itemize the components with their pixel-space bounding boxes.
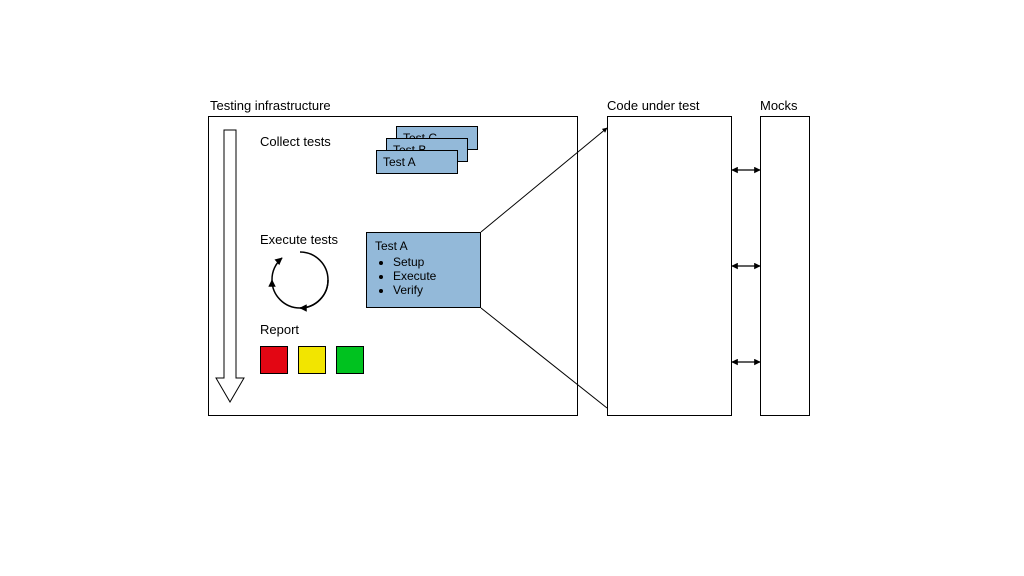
detail-title: Test A — [375, 239, 472, 253]
label-collect-tests: Collect tests — [260, 134, 331, 149]
label-execute-tests: Execute tests — [260, 232, 338, 247]
box-code-under-test — [607, 116, 732, 416]
diagram-canvas: { "labels": { "testing_infra": "Testing … — [0, 0, 1024, 576]
label-mocks: Mocks — [760, 98, 798, 113]
box-mocks — [760, 116, 810, 416]
swatch-green — [336, 346, 364, 374]
card-test-a: Test A — [376, 150, 458, 174]
detail-step-verify: Verify — [393, 283, 472, 297]
swatch-yellow — [298, 346, 326, 374]
code-mock-connectors — [732, 170, 760, 362]
label-code-under-test: Code under test — [607, 98, 700, 113]
card-test-a-detail: Test A Setup Execute Verify — [366, 232, 481, 308]
label-report: Report — [260, 322, 299, 337]
detail-step-setup: Setup — [393, 255, 472, 269]
detail-step-execute: Execute — [393, 269, 472, 283]
swatch-red — [260, 346, 288, 374]
label-testing-infrastructure: Testing infrastructure — [210, 98, 331, 113]
